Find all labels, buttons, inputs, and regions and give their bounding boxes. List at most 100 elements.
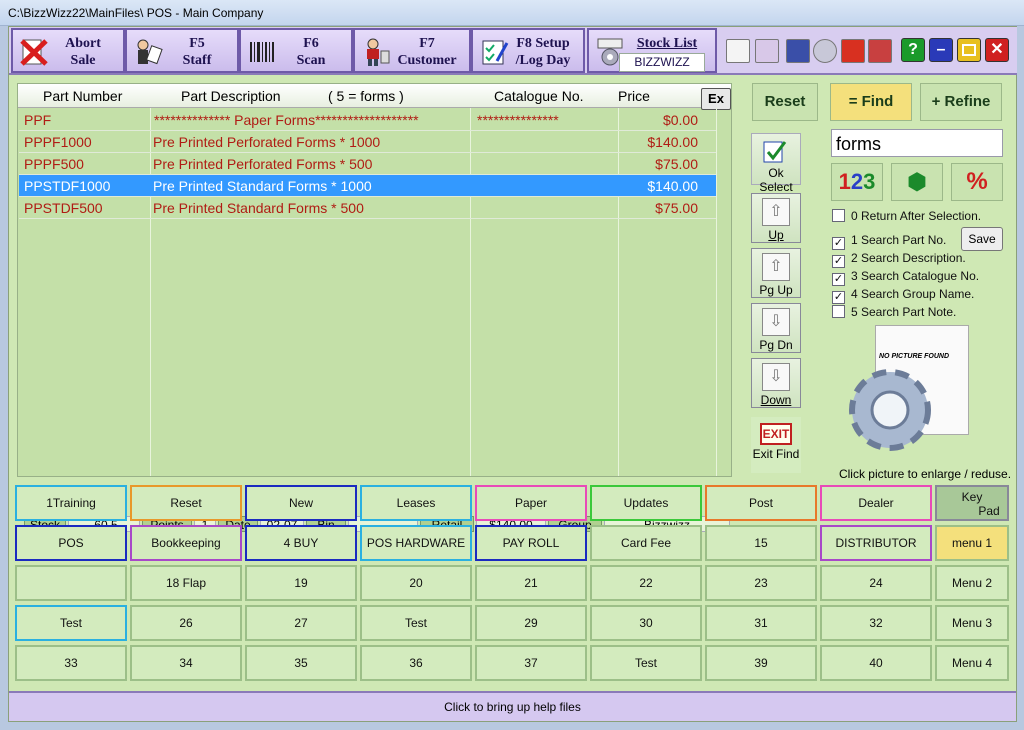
scan-button[interactable]: F6 Scan <box>239 28 353 73</box>
col-part-number[interactable]: Part Number <box>43 88 122 104</box>
export-button[interactable]: Ex <box>701 88 731 110</box>
keypad-button[interactable]: POS HARDWARE <box>360 525 472 561</box>
table-row[interactable]: PPPF1000 Pre Printed Perforated Forms * 1… <box>19 131 716 153</box>
keypad-button[interactable]: 29 <box>475 605 587 641</box>
keypad-button[interactable]: 15 <box>705 525 817 561</box>
keypad-button[interactable]: 33 <box>15 645 127 681</box>
keypad-button[interactable]: 21 <box>475 565 587 601</box>
setup-log-day-button[interactable]: F8 Setup/Log Day <box>471 28 585 73</box>
keypad-button[interactable]: Paper <box>475 485 587 521</box>
menu-2-button[interactable]: Menu 2 <box>935 565 1009 601</box>
calculator-icon[interactable] <box>786 39 810 63</box>
document-icon[interactable] <box>726 39 750 63</box>
option-search-part-no[interactable]: ✓ 1 Search Part No. <box>832 233 946 250</box>
keypad-button[interactable]: 19 <box>245 565 357 601</box>
table-row[interactable]: PPF ************** Paper Forms***********… <box>19 109 716 131</box>
keypad-button[interactable]: 18 Flap <box>130 565 242 601</box>
col-part-description[interactable]: Part Description <box>181 88 281 104</box>
keypad-button[interactable]: 27 <box>245 605 357 641</box>
option-search-group-name[interactable]: ✓ 4 Search Group Name. <box>832 287 974 304</box>
keypad-button[interactable]: 40 <box>820 645 932 681</box>
keypad-button[interactable]: 4 BUY <box>245 525 357 561</box>
keypad-toggle-button[interactable]: Key Pad <box>935 485 1009 521</box>
cell-desc: Pre Printed Standard Forms * 1000 <box>153 178 372 194</box>
keypad-button[interactable]: 39 <box>705 645 817 681</box>
option-search-catalogue-no[interactable]: ✓ 3 Search Catalogue No. <box>832 269 979 286</box>
parts-grid: Part Number Part Description ( 5 = forms… <box>17 83 732 532</box>
minimize-button[interactable]: – <box>929 38 953 62</box>
find-button[interactable]: = Find <box>830 83 912 121</box>
book-icon[interactable] <box>841 39 865 63</box>
menu-4-button[interactable]: Menu 4 <box>935 645 1009 681</box>
keypad-button[interactable]: 31 <box>705 605 817 641</box>
help-button[interactable]: ? <box>901 38 925 62</box>
calendar-icon[interactable] <box>868 39 892 63</box>
keypad-button[interactable]: Updates <box>590 485 702 521</box>
keypad-button[interactable]: 24 <box>820 565 932 601</box>
keypad-button[interactable]: New <box>245 485 357 521</box>
reset-button[interactable]: Reset <box>752 83 818 121</box>
keypad-button[interactable]: DISTRIBUTOR <box>820 525 932 561</box>
page-up-button[interactable]: ⇧ Pg Up <box>751 248 801 298</box>
keypad-button[interactable]: 20 <box>360 565 472 601</box>
percent-icon[interactable]: % <box>951 163 1003 201</box>
keypad-button[interactable]: 1Training <box>15 485 127 521</box>
search-input[interactable]: forms <box>831 129 1003 157</box>
table-row[interactable]: PPSTDF1000 Pre Printed Standard Forms * 1… <box>19 175 716 197</box>
help-status-bar[interactable]: Click to bring up help files <box>9 691 1016 721</box>
keypad-button[interactable]: 22 <box>590 565 702 601</box>
menu-1-button[interactable]: menu 1 <box>935 525 1009 561</box>
menu-3-button[interactable]: Menu 3 <box>935 605 1009 641</box>
abort-sale-button[interactable]: Abort Sale <box>11 28 125 73</box>
keypad-button[interactable]: 34 <box>130 645 242 681</box>
keypad-button[interactable]: 30 <box>590 605 702 641</box>
keypad-button[interactable] <box>15 565 127 601</box>
keypad-button[interactable]: Reset <box>130 485 242 521</box>
keypad-button[interactable]: POS <box>15 525 127 561</box>
keypad-button[interactable]: Test <box>360 605 472 641</box>
cell-desc: Pre Printed Perforated Forms * 500 <box>153 156 373 172</box>
close-button[interactable]: ✕ <box>985 38 1009 62</box>
save-button[interactable]: Save <box>961 227 1003 251</box>
table-row[interactable]: PPSTDF500 Pre Printed Standard Forms * 50… <box>19 197 716 219</box>
keypad-button[interactable]: 37 <box>475 645 587 681</box>
exit-find-button[interactable]: EXIT Exit Find <box>751 417 801 473</box>
maximize-button[interactable] <box>957 38 981 62</box>
keypad-button[interactable]: Card Fee <box>590 525 702 561</box>
customer-button[interactable]: F7 Customer <box>353 28 471 73</box>
exit-icon: EXIT <box>760 423 792 445</box>
keypad-button[interactable]: Dealer <box>820 485 932 521</box>
ok-select-button[interactable]: Ok Select <box>751 133 801 194</box>
keypad-button[interactable]: Bookkeeping <box>130 525 242 561</box>
col-price[interactable]: Price <box>618 88 650 104</box>
users-icon[interactable] <box>755 39 779 63</box>
option-return-after-selection[interactable]: 0 Return After Selection. <box>832 209 981 223</box>
gear-icon[interactable] <box>813 39 837 63</box>
col-catalogue-no[interactable]: Catalogue No. <box>494 88 584 104</box>
page-down-button[interactable]: ⇩ Pg Dn <box>751 303 801 353</box>
keypad-button[interactable]: 36 <box>360 645 472 681</box>
keypad-button[interactable]: Test <box>15 605 127 641</box>
barcode-icon <box>250 42 274 62</box>
stock-list-button[interactable]: Stock List BIZZWIZZ <box>587 28 717 73</box>
keypad-button[interactable]: Leases <box>360 485 472 521</box>
cell-desc: ************** Paper Forms**************… <box>154 112 419 128</box>
numeric-search-icon[interactable]: 123 <box>831 163 883 201</box>
staff-button[interactable]: F5 Staff <box>125 28 239 73</box>
refine-button[interactable]: + Refine <box>920 83 1002 121</box>
page-down-icon: ⇩ <box>762 308 790 336</box>
keypad-button[interactable]: Post <box>705 485 817 521</box>
table-row[interactable]: PPPF500 Pre Printed Perforated Forms * 50… <box>19 153 716 175</box>
keypad-button[interactable]: 35 <box>245 645 357 681</box>
keypad-button[interactable]: 32 <box>820 605 932 641</box>
keypad-button[interactable]: Test <box>590 645 702 681</box>
option-search-part-note[interactable]: 5 Search Part Note. <box>832 305 956 319</box>
option-search-description[interactable]: ✓ 2 Search Description. <box>832 251 966 268</box>
keypad-button[interactable]: 26 <box>130 605 242 641</box>
part-picture[interactable]: NO PICTURE FOUND <box>845 325 975 463</box>
down-button[interactable]: ⇩ Down <box>751 358 801 408</box>
frog-icon[interactable]: ⬢ <box>891 163 943 201</box>
keypad-button[interactable]: 23 <box>705 565 817 601</box>
keypad-button[interactable]: PAY ROLL <box>475 525 587 561</box>
up-button[interactable]: ⇧ Up <box>751 193 801 243</box>
